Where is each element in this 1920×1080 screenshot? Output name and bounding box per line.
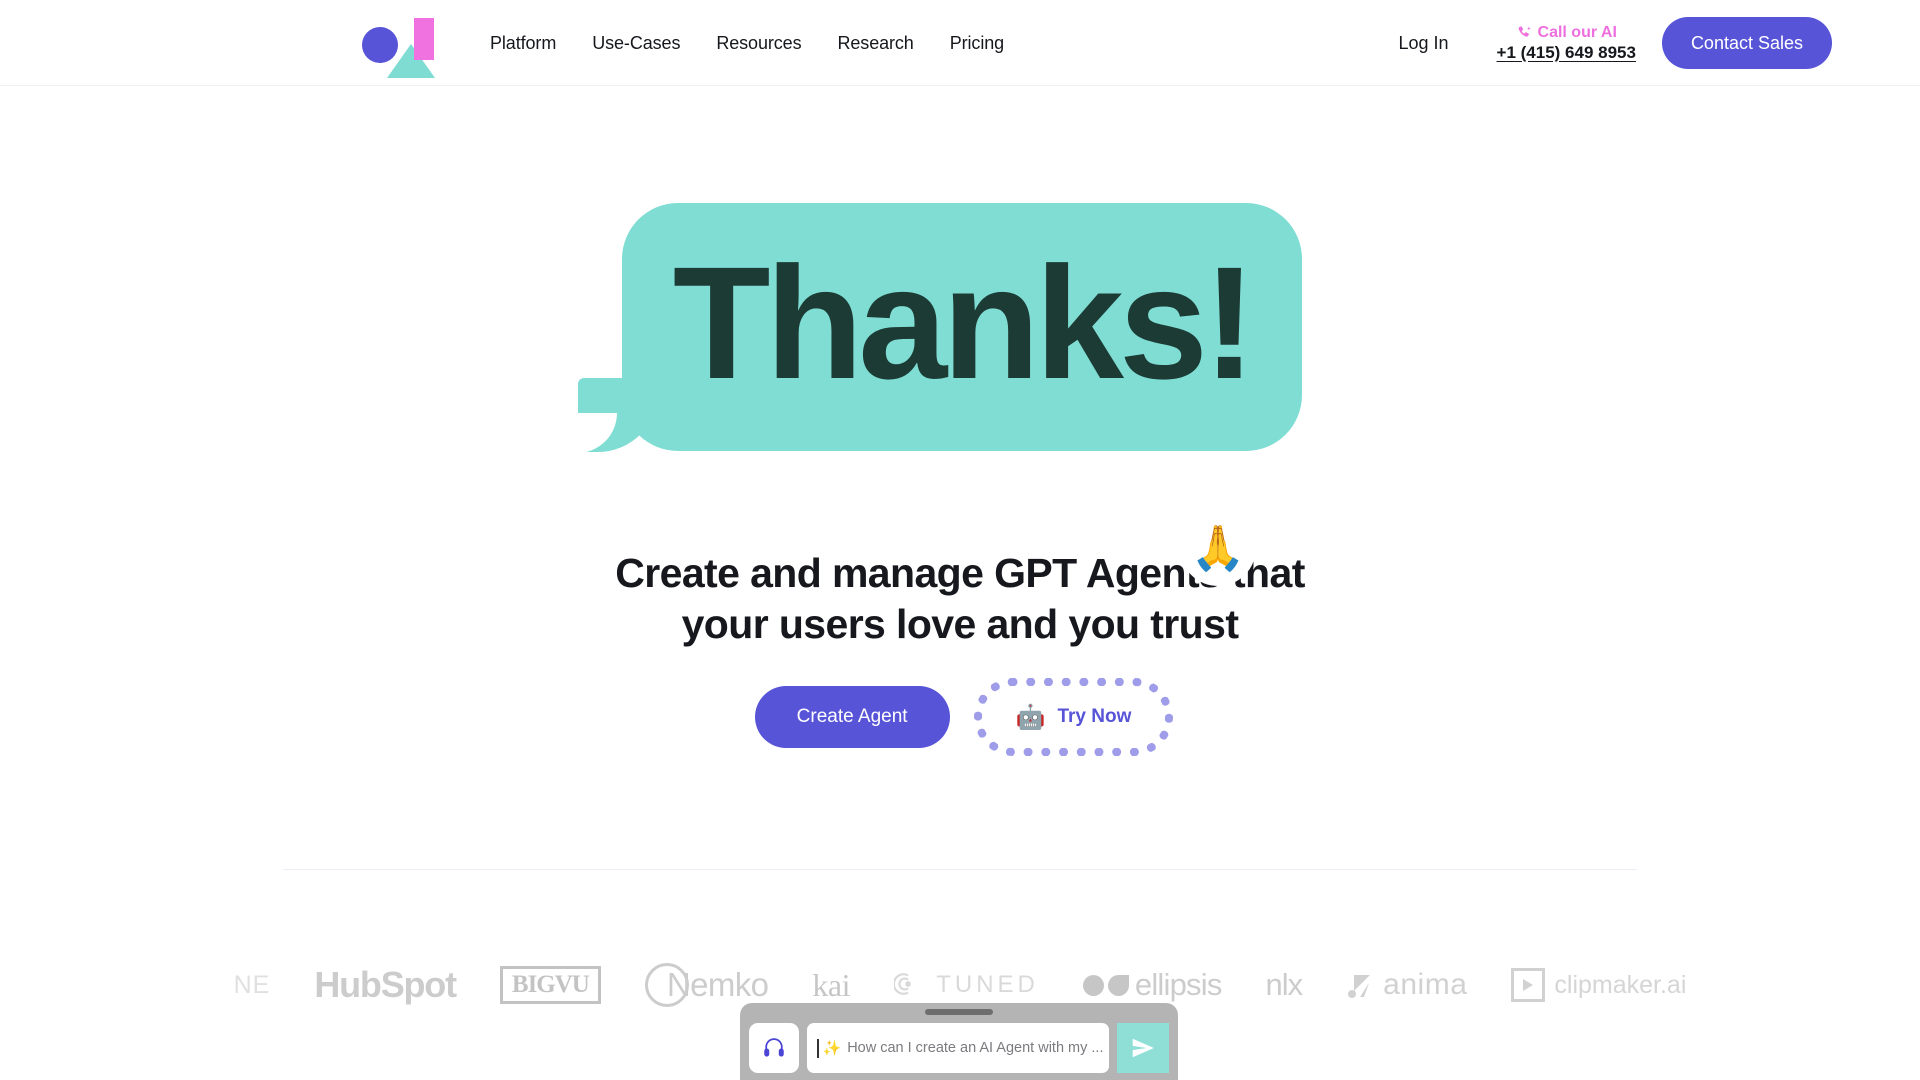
client-logo-ellipsis-label: ellipsis [1082, 967, 1222, 1003]
client-logo-anima-label: anima [1346, 968, 1467, 1002]
client-logo-nemko[interactable]: Nemko [623, 963, 791, 1007]
client-logo-tuned-text: TUNED [936, 971, 1039, 998]
client-logo-clipmaker[interactable]: clipmaker.ai [1489, 968, 1708, 1002]
chat-input-wrapper[interactable]: ✨ How can I create an AI Agent with my .… [807, 1023, 1109, 1073]
login-link[interactable]: Log In [1398, 33, 1448, 54]
client-logo-nlx[interactable]: nlx [1244, 967, 1325, 1003]
client-logo-hubspot[interactable]: HubSpot [292, 964, 478, 1006]
client-logo-clipmaker-label: clipmaker.ai [1511, 968, 1686, 1002]
hero-bubble-text: Thanks! [672, 233, 1256, 412]
section-divider [283, 869, 1637, 870]
tuned-wave-icon [892, 973, 911, 995]
nav-item-pricing[interactable]: Pricing [932, 33, 1022, 54]
client-logo-hubspot-label: HubSpot [314, 964, 457, 1005]
ellipsis-dot-icon [1082, 974, 1104, 996]
logo-rectangle-shape [414, 18, 434, 60]
call-our-ai-label-row: Call our AI [1516, 24, 1617, 42]
client-logo-bigvu[interactable]: BIGVU [478, 966, 623, 1004]
contact-sales-button[interactable]: Contact Sales [1661, 17, 1832, 69]
hero-headline: Create and manage GPT Agents that your u… [0, 548, 1920, 650]
client-logo-anima[interactable]: anima [1324, 968, 1489, 1002]
headphones-icon [764, 1038, 784, 1057]
client-logo-nlx-label: nlx [1265, 967, 1304, 1002]
chat-input-placeholder: How can I create an AI Agent with my ... [847, 1040, 1104, 1056]
client-logo-nemko-label: Nemko [644, 963, 769, 1007]
robot-emoji: 🤖 [1015, 703, 1046, 731]
client-logo-tuned[interactable]: TUNED [872, 971, 1061, 999]
client-logo-ellipsis-text: ellipsis [1134, 967, 1222, 1002]
client-logo-tuned-label: TUNED [892, 971, 1039, 999]
client-logo-domo[interactable]: NE [212, 971, 293, 1000]
nav-item-use-cases[interactable]: Use-Cases [574, 33, 698, 54]
hero-cta-row: Create Agent 🤖 Try Now [0, 678, 1920, 756]
headphones-button[interactable] [749, 1023, 799, 1073]
client-logo-ellipsis[interactable]: ellipsis [1061, 967, 1244, 1003]
try-now-label: Try Now [1057, 706, 1132, 727]
speech-bubble: Thanks! [575, 203, 1302, 468]
client-logo-anima-text: anima [1383, 968, 1468, 1001]
try-now-button[interactable]: 🤖 Try Now [973, 678, 1174, 756]
chat-widget: ✨ How can I create an AI Agent with my .… [740, 1003, 1178, 1080]
client-logo-clipmaker-text: clipmaker.ai [1554, 970, 1687, 999]
create-agent-button[interactable]: Create Agent [754, 686, 950, 748]
client-logo-kai[interactable]: kai [790, 967, 872, 1004]
headline-middle: and [975, 600, 1069, 647]
speech-bubble-body: Thanks! [622, 203, 1302, 451]
call-phone-number[interactable]: +1 (415) 649 8953 [1497, 43, 1636, 63]
landing-page: Platform Use-Cases Resources Research Pr… [0, 0, 1920, 1080]
anima-mark-icon [1346, 971, 1374, 999]
send-button[interactable] [1117, 1023, 1169, 1073]
phone-sparkle-icon [1516, 25, 1533, 42]
brand-logo[interactable] [362, 14, 438, 78]
primary-nav: Platform Use-Cases Resources Research Pr… [472, 0, 1022, 86]
call-our-ai-block[interactable]: Call our AI +1 (415) 649 8953 [1497, 24, 1636, 63]
headline-bold-1: your users love [681, 600, 977, 647]
folded-hands-emoji: 🙏 [1180, 510, 1256, 586]
chat-drag-handle[interactable] [925, 1009, 993, 1015]
header-actions: Log In Call our AI +1 (415) 649 8953 Con… [1398, 0, 1920, 86]
call-our-ai-text: Call our AI [1537, 23, 1617, 41]
client-logo-bigvu-label: BIGVU [499, 966, 601, 1004]
chat-text-caret [817, 1038, 819, 1058]
nav-item-research[interactable]: Research [819, 33, 931, 54]
headline-bold-2: you trust [1068, 600, 1239, 647]
nav-item-platform[interactable]: Platform [472, 33, 574, 54]
chat-widget-row: ✨ How can I create an AI Agent with my .… [749, 1023, 1169, 1073]
send-arrow-icon [1132, 1038, 1154, 1058]
nav-item-resources[interactable]: Resources [698, 33, 819, 54]
client-logo-kai-label: kai [812, 966, 850, 1003]
client-logo-domo-label: NE [233, 970, 271, 999]
film-play-icon [1511, 968, 1546, 1002]
sparkles-icon: ✨ [822, 1040, 842, 1057]
site-header: Platform Use-Cases Resources Research Pr… [0, 0, 1920, 86]
ellipsis-leaf-icon [1107, 974, 1129, 996]
client-logo-nemko-text: Nemko [666, 966, 769, 1003]
